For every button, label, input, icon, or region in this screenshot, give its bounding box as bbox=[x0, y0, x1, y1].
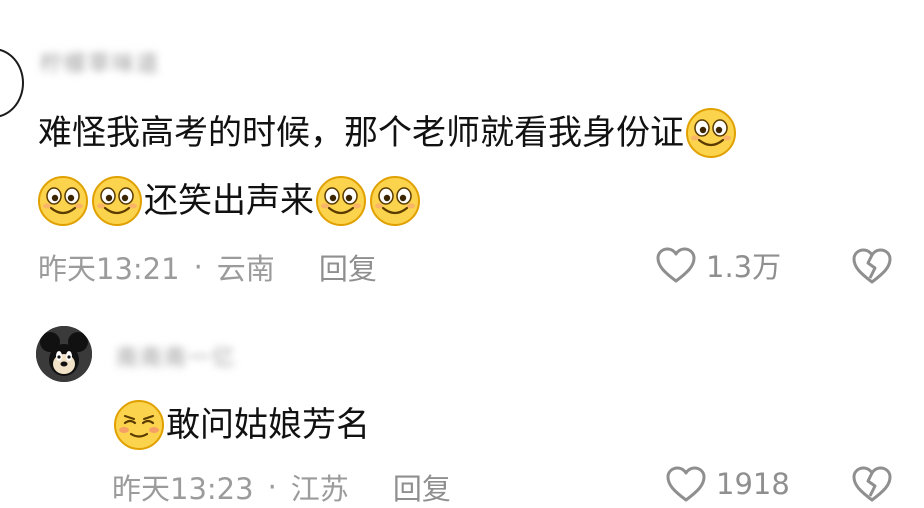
comment-text-line-2: 还笑出声来 bbox=[36, 174, 422, 228]
comment-text: 难怪我高考的时候，那个老师就看我身份证 bbox=[38, 113, 684, 153]
comment-meta: 昨天13:21 · 云南 回复 bbox=[38, 246, 377, 288]
smile-emoji-icon bbox=[90, 174, 144, 228]
broken-heart-icon bbox=[852, 466, 892, 502]
meta-separator: · bbox=[193, 250, 203, 284]
like-count: 1918 bbox=[716, 467, 790, 501]
smile-emoji-icon bbox=[314, 174, 368, 228]
reply-button[interactable]: 回复 bbox=[393, 466, 451, 508]
reply-button[interactable]: 回复 bbox=[319, 246, 377, 288]
reply-meta: 昨天13:23 · 江苏 回复 bbox=[112, 466, 451, 508]
commenter-avatar[interactable] bbox=[0, 48, 24, 118]
dislike-button[interactable] bbox=[850, 246, 894, 286]
replier-username[interactable]: 南南南一亿 bbox=[116, 340, 236, 372]
comment-text: 还笑出声来 bbox=[144, 181, 314, 221]
like-button[interactable]: 1.3万 bbox=[654, 244, 781, 286]
comment-time: 昨天13:21 bbox=[38, 252, 180, 286]
reply-location: 江苏 bbox=[290, 472, 349, 506]
reply-text: 敢问姑娘芳名 bbox=[166, 405, 370, 445]
reply-time: 昨天13:23 bbox=[112, 472, 254, 506]
broken-heart-icon bbox=[852, 248, 892, 284]
like-button[interactable]: 1918 bbox=[664, 464, 790, 504]
like-count: 1.3万 bbox=[706, 250, 782, 284]
meta-separator: · bbox=[267, 470, 277, 504]
smile-emoji-icon bbox=[368, 174, 422, 228]
reply-text-line: 敢问姑娘芳名 bbox=[112, 398, 370, 452]
comment-location: 云南 bbox=[216, 252, 275, 286]
dislike-button[interactable] bbox=[850, 464, 894, 504]
heart-outline-icon bbox=[656, 247, 696, 283]
smile-emoji-icon bbox=[684, 106, 738, 160]
smile-emoji-icon bbox=[36, 174, 90, 228]
comment-text-line-1: 难怪我高考的时候，那个老师就看我身份证 bbox=[38, 106, 738, 160]
replier-avatar[interactable] bbox=[36, 326, 92, 382]
heart-outline-icon bbox=[666, 466, 706, 502]
shy-smile-emoji-icon bbox=[112, 398, 166, 452]
commenter-username[interactable]: 柠檬草味道 bbox=[40, 46, 160, 78]
